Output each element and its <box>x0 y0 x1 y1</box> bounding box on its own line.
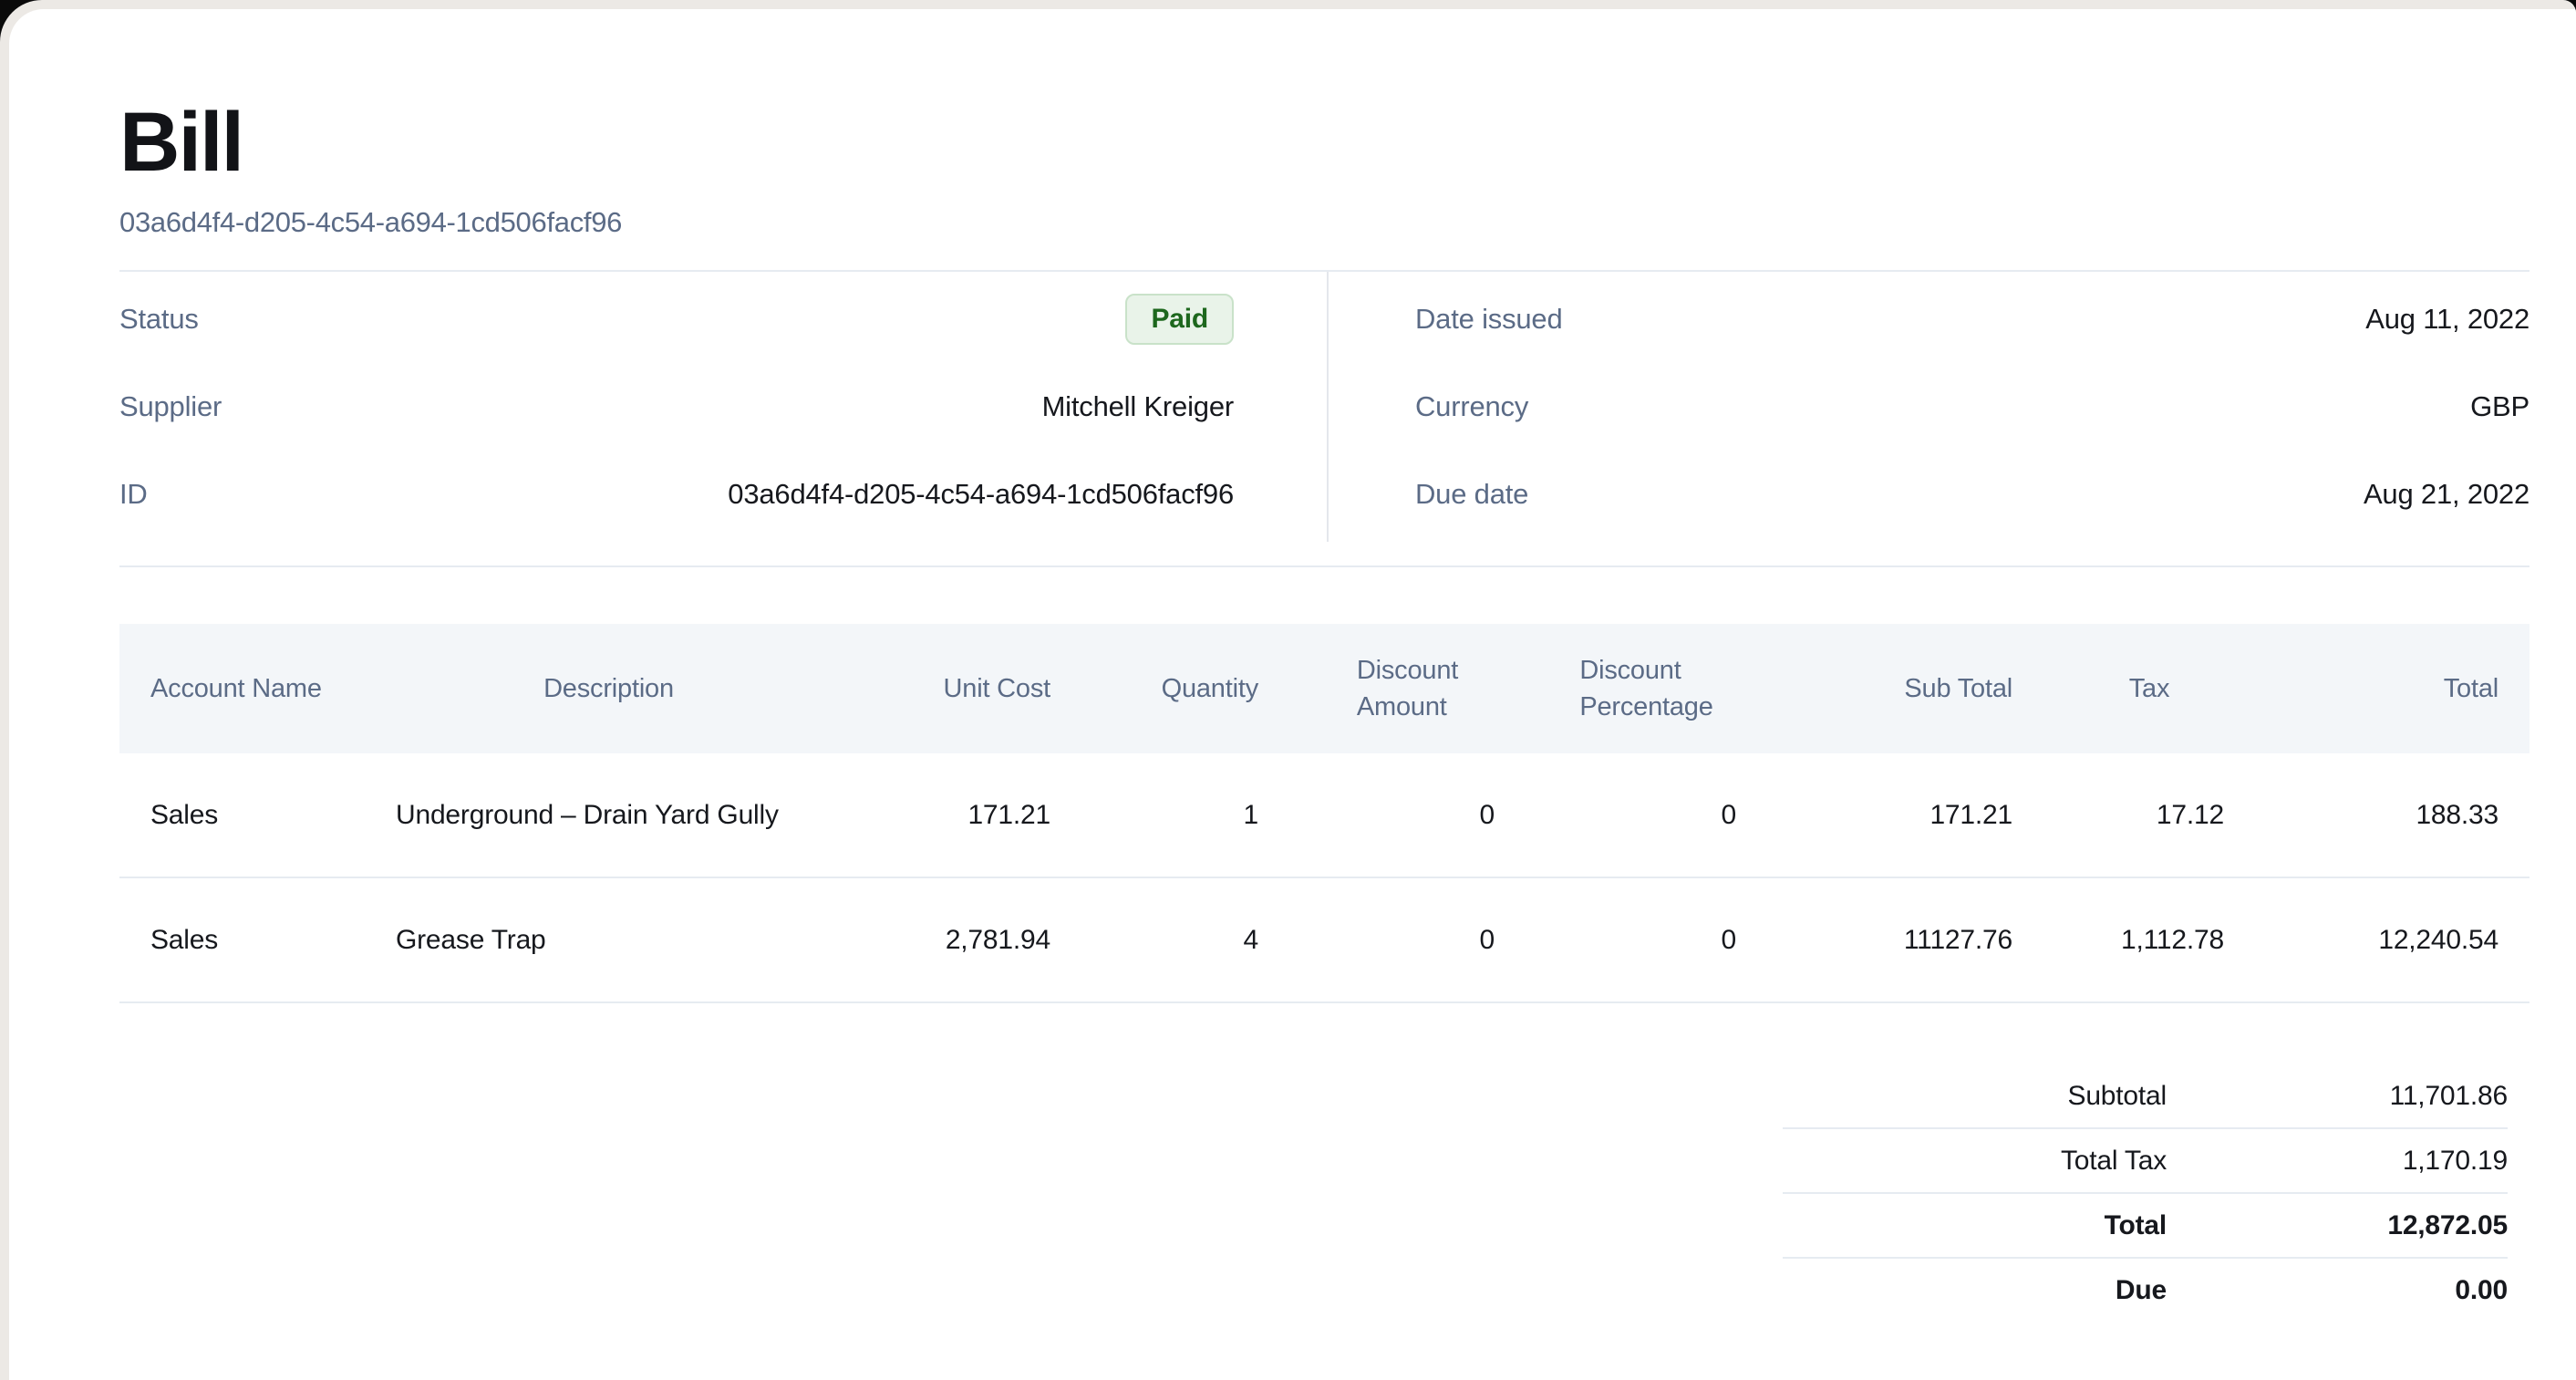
table-cell: Underground – Drain Yard Gully <box>365 753 853 877</box>
totals-row: Total12,872.05 <box>1783 1192 2508 1257</box>
column-header: Discount Amount <box>1289 624 1526 753</box>
meta-column-right: Date issued Aug 11, 2022 Currency GBP Due da… <box>1329 272 2529 542</box>
meta-value: GBP <box>2470 390 2529 423</box>
totals-value: 0.00 <box>2167 1275 2508 1306</box>
meta-row: Date issued Aug 11, 2022 <box>1415 275 2529 363</box>
table-cell: Sales <box>119 877 365 1002</box>
table-cell: 1 <box>1081 753 1289 877</box>
meta-value: Mitchell Kreiger <box>1042 390 1234 423</box>
totals-value: 1,170.19 <box>2167 1146 2508 1177</box>
column-header: Tax <box>2043 624 2255 753</box>
meta-row: Supplier Mitchell Kreiger <box>119 363 1234 451</box>
meta-column-left: Status Paid Supplier Mitchell Kreiger ID 03a6… <box>119 272 1329 542</box>
table-row: SalesUnderground – Drain Yard Gully171.2… <box>119 753 2529 877</box>
browser-window: Bill 03a6d4f4-d205-4c54-a694-1cd506facf9… <box>0 0 2576 1380</box>
table-cell: 0 <box>1289 753 1526 877</box>
meta-row: Status Paid <box>119 275 1234 363</box>
totals-section: Subtotal11,701.86Total Tax1,170.19Total1… <box>1783 1064 2508 1322</box>
meta-row: ID 03a6d4f4-d205-4c54-a694-1cd506facf96 <box>119 451 1234 538</box>
bill-page: Bill 03a6d4f4-d205-4c54-a694-1cd506facf9… <box>9 9 2576 1380</box>
meta-label: Status <box>119 303 199 336</box>
meta-row: Currency GBP <box>1415 363 2529 451</box>
column-header-lines: Discount Amount <box>1357 652 1458 725</box>
meta-label: Supplier <box>119 390 222 423</box>
column-header-line: Amount <box>1357 692 1447 721</box>
meta-value: Aug 21, 2022 <box>2364 478 2529 511</box>
table-cell: 11127.76 <box>1767 877 2043 1002</box>
table-cell: 1,112.78 <box>2043 877 2255 1002</box>
table-cell: 171.21 <box>853 753 1081 877</box>
totals-label: Subtotal <box>1783 1081 2167 1112</box>
column-header-line: Discount <box>1357 656 1458 685</box>
line-items-table: Account NameDescriptionUnit CostQuantity… <box>119 624 2529 1003</box>
table-cell: Grease Trap <box>365 877 853 1002</box>
table-cell: 2,781.94 <box>853 877 1081 1002</box>
column-header-line: Percentage <box>1579 692 1712 721</box>
column-header: Quantity <box>1081 624 1289 753</box>
status-badge: Paid <box>1125 294 1234 345</box>
totals-label: Due <box>1783 1275 2167 1306</box>
column-header: Description <box>365 624 853 753</box>
bill-meta-section: Status Paid Supplier Mitchell Kreiger ID 03a6… <box>119 272 2529 542</box>
totals-label: Total Tax <box>1783 1146 2167 1177</box>
column-header-line: Discount <box>1579 656 1681 685</box>
table-row: SalesGrease Trap2,781.9440011127.761,112… <box>119 877 2529 1002</box>
totals-label: Total <box>1783 1210 2167 1241</box>
meta-label: Date issued <box>1415 303 1563 336</box>
totals-row: Subtotal11,701.86 <box>1783 1064 2508 1127</box>
table-cell: 188.33 <box>2255 753 2529 877</box>
column-header-lines: Discount Percentage <box>1579 652 1712 725</box>
table-cell: 4 <box>1081 877 1289 1002</box>
bill-id-subtitle: 03a6d4f4-d205-4c54-a694-1cd506facf96 <box>119 206 2529 239</box>
totals-value: 11,701.86 <box>2167 1081 2508 1112</box>
table-cell: 17.12 <box>2043 753 2255 877</box>
totals-value: 12,872.05 <box>2167 1210 2508 1241</box>
table-cell: Sales <box>119 753 365 877</box>
table-cell: 0 <box>1289 877 1526 1002</box>
column-header: Sub Total <box>1767 624 2043 753</box>
page-title: Bill <box>119 9 2529 184</box>
table-cell: 171.21 <box>1767 753 2043 877</box>
column-header: Total <box>2255 624 2529 753</box>
totals-row: Due0.00 <box>1783 1257 2508 1322</box>
table-cell: 0 <box>1526 877 1767 1002</box>
meta-label: ID <box>119 478 148 511</box>
meta-value: Aug 11, 2022 <box>2365 303 2529 336</box>
bill-content: Bill 03a6d4f4-d205-4c54-a694-1cd506facf9… <box>119 9 2529 1380</box>
table-header-row: Account NameDescriptionUnit CostQuantity… <box>119 624 2529 753</box>
table-cell: 12,240.54 <box>2255 877 2529 1002</box>
totals-row: Total Tax1,170.19 <box>1783 1127 2508 1192</box>
column-header: Account Name <box>119 624 365 753</box>
divider <box>119 565 2529 567</box>
table-cell: 0 <box>1526 753 1767 877</box>
meta-row: Due date Aug 21, 2022 <box>1415 451 2529 538</box>
meta-label: Due date <box>1415 478 1528 511</box>
meta-label: Currency <box>1415 390 1528 423</box>
column-header: Discount Percentage <box>1526 624 1767 753</box>
column-header: Unit Cost <box>853 624 1081 753</box>
meta-value: 03a6d4f4-d205-4c54-a694-1cd506facf96 <box>728 478 1234 511</box>
